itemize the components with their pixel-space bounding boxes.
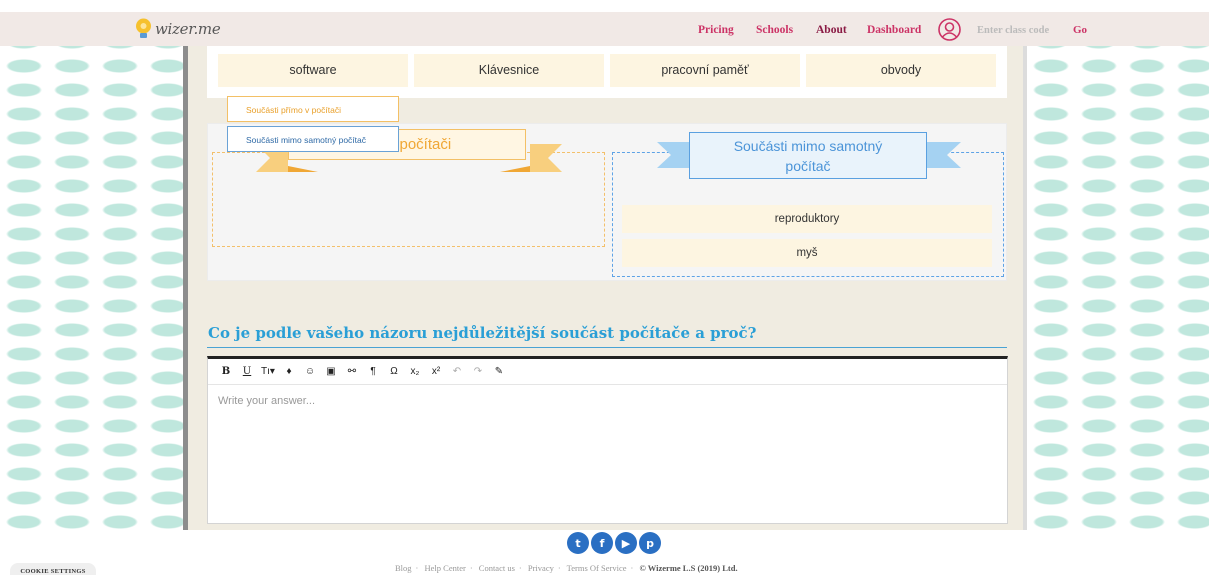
dropdown-option-outside[interactable]: Součásti mimo samotný počítač (227, 126, 399, 152)
footer-link-help-center[interactable]: Help Center (425, 563, 466, 573)
sorted-item[interactable]: myš (622, 239, 992, 267)
zone-title-outside-line2: počítač (785, 158, 831, 174)
main-content: software Klávesnice pracovní paměť obvod… (188, 46, 1023, 530)
question-underline (207, 347, 1007, 348)
decorative-pattern-right (1027, 46, 1209, 530)
image-icon[interactable]: ▣ (323, 363, 339, 381)
bold-button[interactable]: B (218, 363, 234, 381)
emoji-icon[interactable]: ☺ (302, 363, 318, 381)
dropdown-option-inside[interactable]: Součásti přímo v počítači (227, 96, 399, 122)
category-chip[interactable]: Klávesnice (414, 54, 604, 87)
editor-toolbar: B U Tı▾ ♦ ☺ ▣ ⚯ ¶ Ω x₂ x² ↶ ↷ ✎ (208, 359, 1007, 385)
nav-dashboard[interactable]: Dashboard (867, 24, 921, 36)
zone-title-outside: Součásti mimo samotný počítač (689, 132, 927, 179)
twitter-icon[interactable]: t (567, 532, 589, 554)
decorative-pattern-left (0, 46, 183, 530)
link-icon[interactable]: ⚯ (344, 363, 360, 381)
special-char-icon[interactable]: Ω (386, 363, 402, 381)
subscript-icon[interactable]: x₂ (407, 363, 423, 381)
underline-button[interactable]: U (239, 363, 255, 381)
zone-dropdown-menu: Součásti přímo v počítači Součásti mimo … (227, 96, 399, 152)
user-profile-icon[interactable] (938, 18, 961, 41)
sorted-item[interactable]: reproduktory (622, 205, 992, 233)
category-chip[interactable]: software (218, 54, 408, 87)
nav-about[interactable]: About (816, 24, 847, 36)
answer-textarea[interactable] (208, 385, 1007, 523)
pinterest-icon[interactable]: p (639, 532, 661, 554)
category-bank: software Klávesnice pracovní paměť obvod… (207, 46, 1007, 98)
class-code-input[interactable] (977, 22, 1065, 38)
footer-link-contact[interactable]: Contact us (479, 563, 515, 573)
facebook-icon[interactable]: f (591, 532, 613, 554)
answer-editor: B U Tı▾ ♦ ☺ ▣ ⚯ ¶ Ω x₂ x² ↶ ↷ ✎ (207, 356, 1008, 524)
redo-icon[interactable]: ↷ (470, 363, 486, 381)
youtube-icon[interactable]: ▶ (615, 532, 637, 554)
top-navigation-bar: wizer.me Pricing Schools About Dashboard… (0, 12, 1209, 46)
question-title: Co je podle vašeho názoru nejdůležitější… (208, 324, 757, 342)
footer-link-blog[interactable]: Blog (395, 563, 412, 573)
paragraph-icon[interactable]: ¶ (365, 363, 381, 381)
footer-link-terms[interactable]: Terms Of Service (567, 563, 627, 573)
social-links: t f ▶ p (567, 532, 661, 554)
clear-format-icon[interactable]: ✎ (491, 363, 507, 381)
nav-schools[interactable]: Schools (756, 24, 793, 36)
go-button[interactable]: Go (1073, 24, 1087, 36)
nav-pricing[interactable]: Pricing (698, 24, 734, 36)
footer-links: Blog · Help Center · Contact us · Privacy · … (395, 563, 738, 573)
text-color-icon[interactable]: ♦ (281, 363, 297, 381)
zone-title-outside-line1: Součásti mimo samotný (733, 138, 883, 154)
cookie-settings-button[interactable]: COOKIE SETTINGS (10, 563, 96, 575)
footer-link-privacy[interactable]: Privacy (528, 563, 554, 573)
text-size-button[interactable]: Tı▾ (260, 363, 276, 381)
category-chip[interactable]: pracovní paměť (610, 54, 800, 87)
category-chip[interactable]: obvody (806, 54, 996, 87)
superscript-icon[interactable]: x² (428, 363, 444, 381)
undo-icon[interactable]: ↶ (449, 363, 465, 381)
copyright-text: © Wizerme L.S (2019) Ltd. (639, 563, 738, 573)
